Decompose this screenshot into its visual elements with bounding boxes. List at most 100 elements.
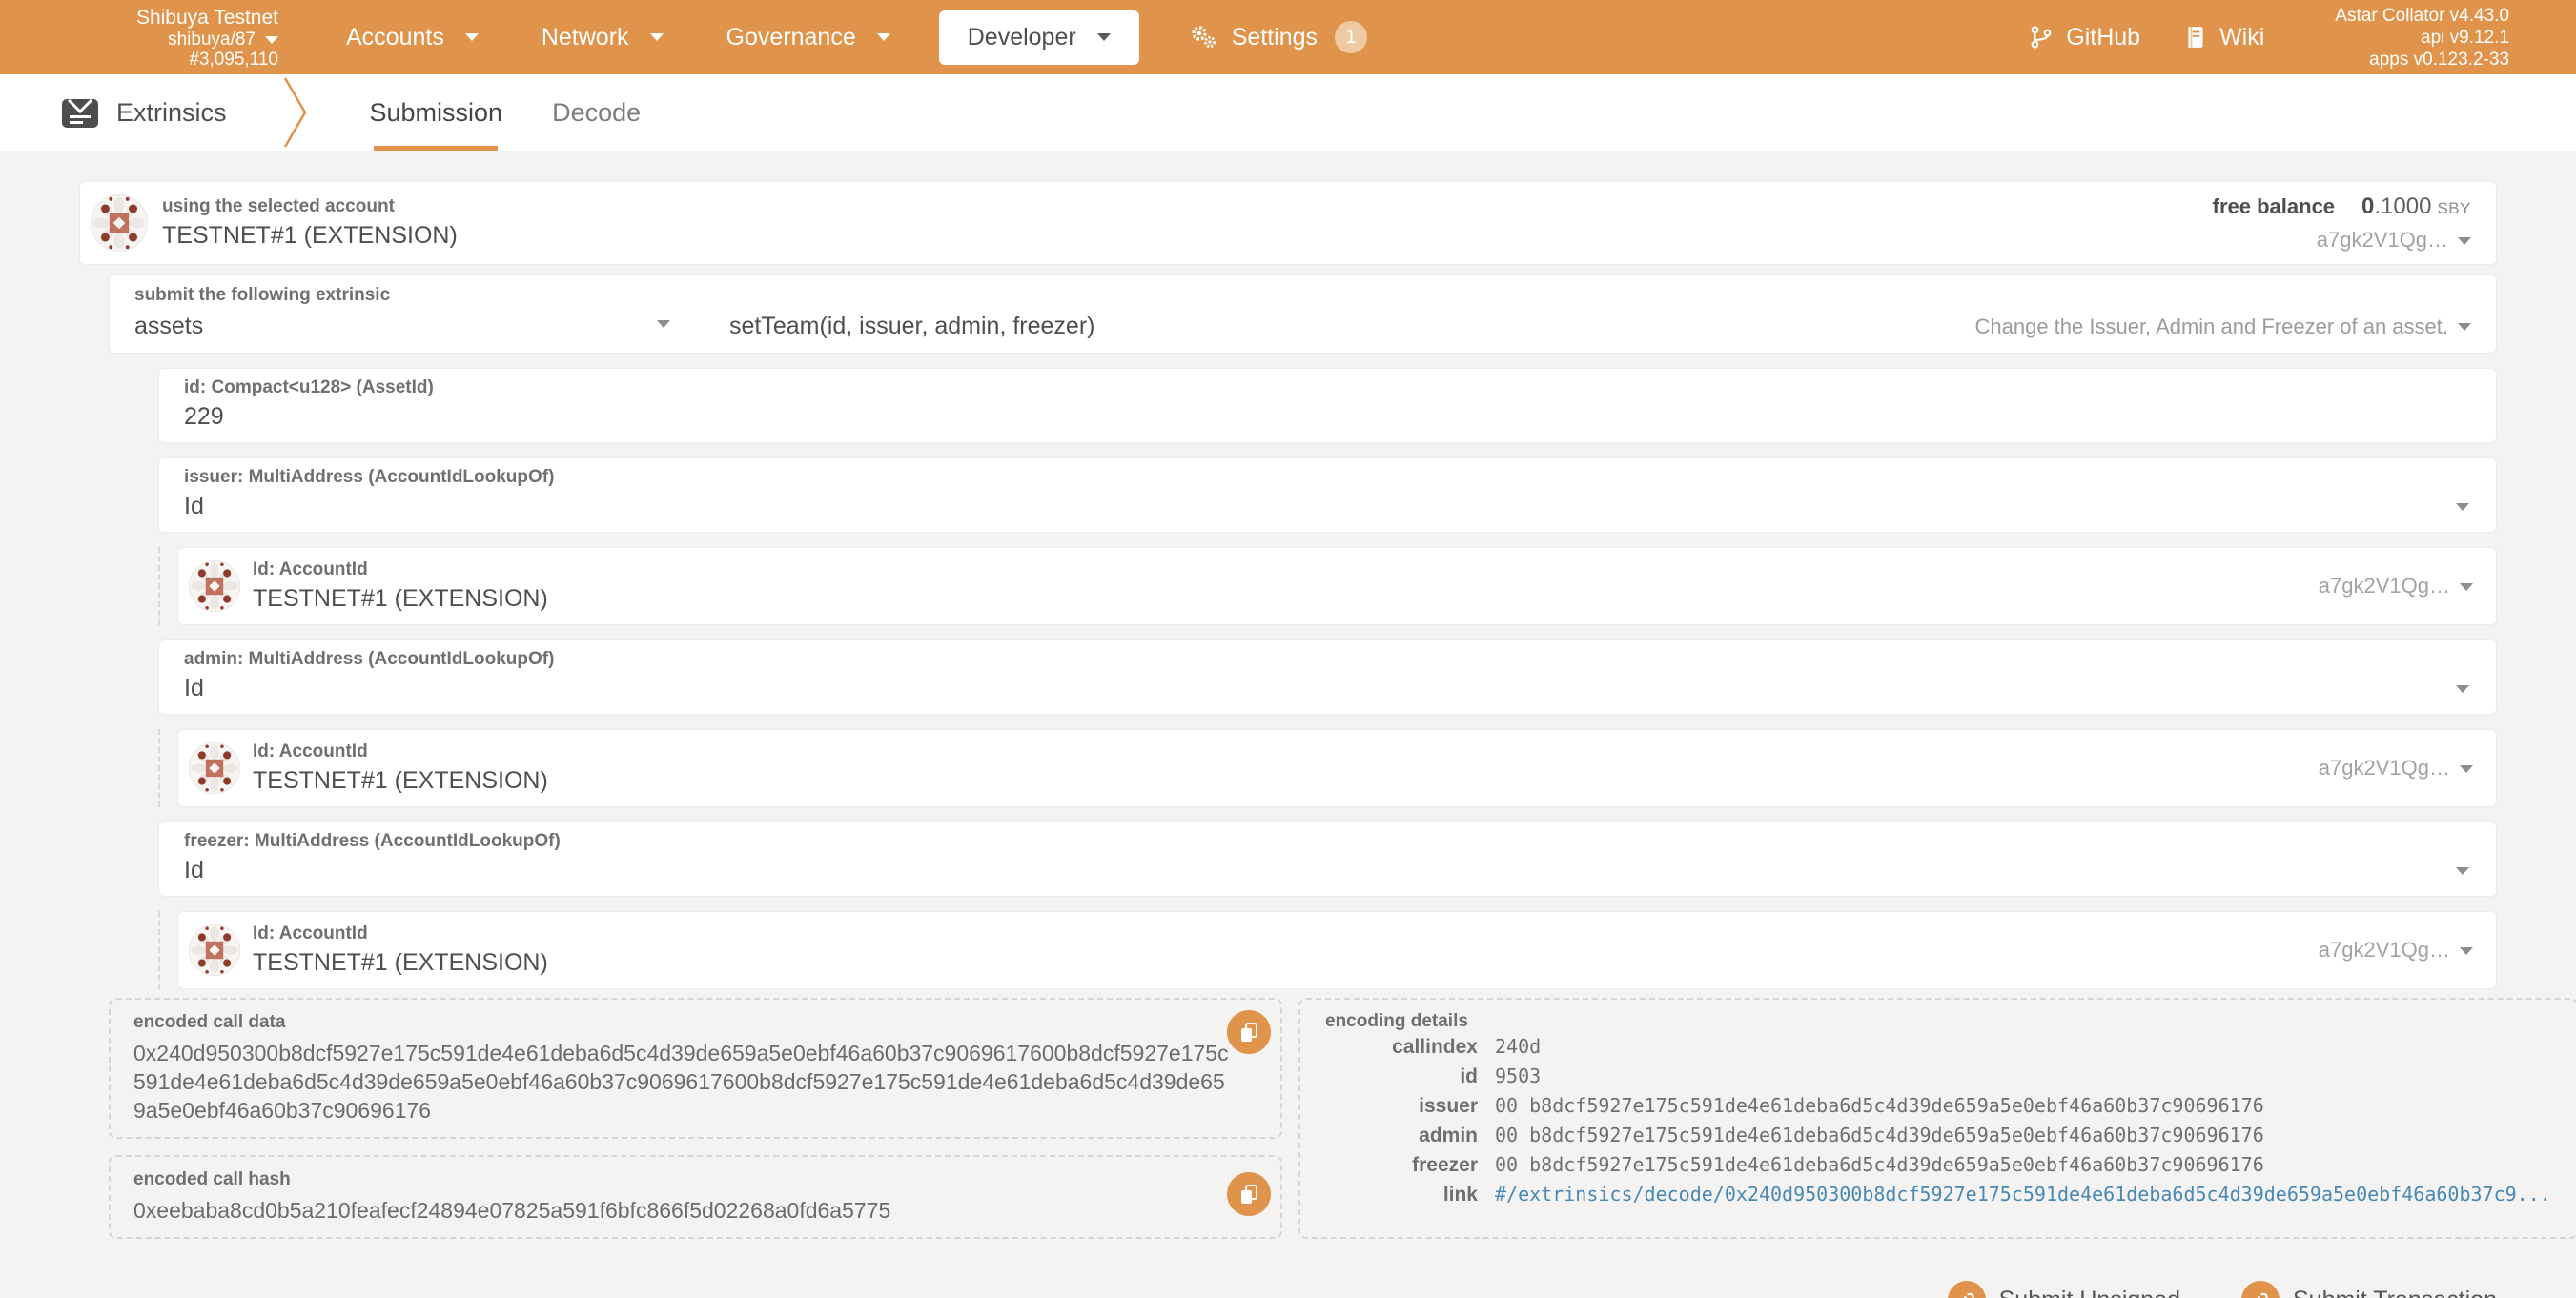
chevron-down-icon: [2458, 237, 2471, 245]
chevron-down-icon: [465, 33, 479, 41]
chevron-down-icon: [265, 36, 278, 44]
api-version: api v9.12.1: [2335, 27, 2509, 49]
extrinsics-icon: [59, 91, 101, 133]
menu-developer[interactable]: Developer: [939, 10, 1139, 65]
nested-param: Id: AccountId TESTNET#1 (EXTENSION) a7gk…: [158, 729, 2497, 807]
chevron-down-icon: [2458, 323, 2471, 331]
account-identicon: [188, 559, 241, 613]
menu-network[interactable]: Network: [510, 0, 695, 74]
node-version: Astar Collator v4.43.0: [2335, 5, 2509, 27]
param-id-input[interactable]: [184, 403, 2357, 431]
nested-param: Id: AccountId TESTNET#1 (EXTENSION) a7gk…: [158, 911, 2497, 989]
param-admin: admin: MultiAddress (AccountIdLookupOf) …: [158, 639, 2497, 715]
account-address-select[interactable]: a7gk2V1Qg…: [2213, 228, 2471, 253]
param-freezer-label: freezer: MultiAddress (AccountIdLookupOf…: [184, 831, 2471, 852]
menu-accounts[interactable]: Accounts: [315, 0, 510, 74]
nested-param: Id: AccountId TESTNET#1 (EXTENSION) a7gk…: [158, 547, 2497, 625]
tab-bar: Extrinsics Submission Decode: [0, 74, 2576, 151]
chevron-down-icon: [877, 33, 890, 41]
encoded-call-data-label: encoded call data: [133, 1012, 1257, 1033]
encoded-call-data-box: encoded call data 0x240d950300b8dcf5927e…: [109, 998, 1282, 1139]
account-info: using the selected account TESTNET#1 (EX…: [90, 193, 458, 253]
tab-decode[interactable]: Decode: [527, 74, 665, 151]
encoding-details-panel: encoding details callindex 240d id 9503 …: [1298, 998, 2576, 1239]
account-identicon: [188, 741, 241, 795]
decode-link[interactable]: #/extrinsics/decode/0x240d950300b8dcf592…: [1495, 1180, 2551, 1209]
copy-icon: [1237, 1183, 1260, 1206]
app-window: Shibuya Testnet shibuya/87 #3,095,110 Ac…: [0, 0, 2576, 1298]
wiki-link[interactable]: Wiki: [2184, 24, 2264, 51]
encoded-call-hash-box: encoded call hash 0xeebaba8cd0b5a210feaf…: [109, 1155, 1282, 1239]
param-admin-select[interactable]: Id: [184, 675, 2471, 702]
param-freezer: freezer: MultiAddress (AccountIdLookupOf…: [158, 821, 2497, 897]
detail-row: admin 00 b8dcf5927e175c591de4e61deba6d5c…: [1325, 1121, 2551, 1150]
param-issuer-label: issuer: MultiAddress (AccountIdLookupOf): [184, 467, 2471, 488]
param-admin-label: admin: MultiAddress (AccountIdLookupOf): [184, 649, 2471, 670]
chevron-down-icon: [2460, 947, 2473, 955]
copy-call-data-button[interactable]: [1227, 1010, 1271, 1054]
freezer-account-row: Id: AccountId TESTNET#1 (EXTENSION) a7gk…: [177, 911, 2497, 989]
git-branch-icon: [2029, 25, 2054, 50]
param-issuer: issuer: MultiAddress (AccountIdLookupOf)…: [158, 457, 2497, 533]
book-icon: [2184, 25, 2207, 50]
method-select[interactable]: setTeam(id, issuer, admin, freezer): [729, 313, 1094, 340]
topbar-right: GitHub Wiki Astar Collator v4.43.0 api v…: [2029, 5, 2509, 71]
gears-icon: [1188, 24, 1220, 51]
account-address-select[interactable]: a7gk2V1Qg…: [2319, 574, 2473, 598]
detail-row: freezer 00 b8dcf5927e175c591de4e61deba6d…: [1325, 1150, 2551, 1180]
sign-in-icon: [1948, 1281, 1986, 1298]
free-balance: free balance 0.1000SBY: [2213, 193, 2471, 220]
menu-settings[interactable]: Settings 1: [1156, 0, 1399, 74]
param-issuer-select[interactable]: Id: [184, 493, 2471, 520]
network-name: Shibuya Testnet: [0, 7, 278, 30]
chevron-down-icon: [2460, 765, 2473, 773]
encoding-details-title: encoding details: [1325, 1011, 2551, 1032]
detail-row: callindex 240d: [1325, 1032, 2551, 1062]
param-id: id: Compact<u128> (AssetId): [158, 368, 2497, 443]
main-menu: Accounts Network Governance Developer Se…: [315, 0, 1399, 74]
submit-unsigned-button[interactable]: Submit Unsigned: [1948, 1281, 2180, 1298]
chevron-down-icon: [2456, 685, 2469, 693]
top-menubar: Shibuya Testnet shibuya/87 #3,095,110 Ac…: [0, 0, 2576, 74]
selected-account-card: using the selected account TESTNET#1 (EX…: [79, 181, 2497, 265]
submit-actions: Submit Unsigned Submit Transaction: [79, 1281, 2497, 1298]
account-label: using the selected account: [162, 196, 458, 217]
copy-icon: [1237, 1021, 1260, 1044]
encoded-call-hash-label: encoded call hash: [133, 1169, 1257, 1190]
chevron-down-icon: [2460, 583, 2473, 591]
sign-in-icon: [2241, 1281, 2280, 1298]
apps-version: apps v0.123.2-33: [2335, 49, 2509, 71]
account-identicon: [188, 923, 241, 977]
detail-row: id 9503: [1325, 1062, 2551, 1091]
menu-governance[interactable]: Governance: [695, 0, 922, 74]
tab-submission[interactable]: Submission: [345, 74, 528, 151]
account-name: TESTNET#1 (EXTENSION): [162, 222, 458, 250]
chevron-down-icon: [650, 33, 664, 41]
app-title-extrinsics: Extrinsics: [59, 74, 227, 151]
param-freezer-select[interactable]: Id: [184, 857, 2471, 884]
account-address-select[interactable]: a7gk2V1Qg…: [2319, 938, 2473, 963]
submit-transaction-button[interactable]: Submit Transaction: [2241, 1281, 2497, 1298]
chevron-down-icon: [657, 320, 670, 328]
version-info: Astar Collator v4.43.0 api v9.12.1 apps …: [2335, 5, 2509, 71]
account-address-select[interactable]: a7gk2V1Qg…: [2319, 756, 2473, 781]
section-select[interactable]: assets: [134, 313, 670, 340]
tabs: Submission Decode: [345, 74, 666, 151]
free-balance-label: free balance: [2213, 194, 2335, 219]
encoded-call-hash-value: 0xeebaba8cd0b5a210feafecf24894e07825a591…: [133, 1196, 1257, 1225]
settings-badge: 1: [1335, 21, 1367, 53]
network-selector[interactable]: Shibuya Testnet shibuya/87 #3,095,110: [0, 4, 278, 71]
param-id-label: id: Compact<u128> (AssetId): [184, 377, 2471, 398]
main-content: using the selected account TESTNET#1 (EX…: [0, 151, 2576, 1298]
network-spec: shibuya/87: [0, 30, 278, 51]
admin-account-row: Id: AccountId TESTNET#1 (EXTENSION) a7gk…: [177, 729, 2497, 807]
copy-call-hash-button[interactable]: [1227, 1172, 1271, 1216]
extrinsic-form: submit the following extrinsic assets se…: [79, 274, 2497, 1239]
github-link[interactable]: GitHub: [2029, 24, 2140, 51]
encoded-call-data-value: 0x240d950300b8dcf5927e175c591de4e61deba6…: [133, 1039, 1257, 1125]
breadcrumb-chevron: [282, 74, 309, 151]
chevron-down-icon: [2456, 867, 2469, 875]
chevron-down-icon: [1097, 33, 1111, 41]
method-description[interactable]: Change the Issuer, Admin and Freezer of …: [1974, 314, 2471, 339]
extrinsic-label: submit the following extrinsic: [134, 285, 2471, 306]
